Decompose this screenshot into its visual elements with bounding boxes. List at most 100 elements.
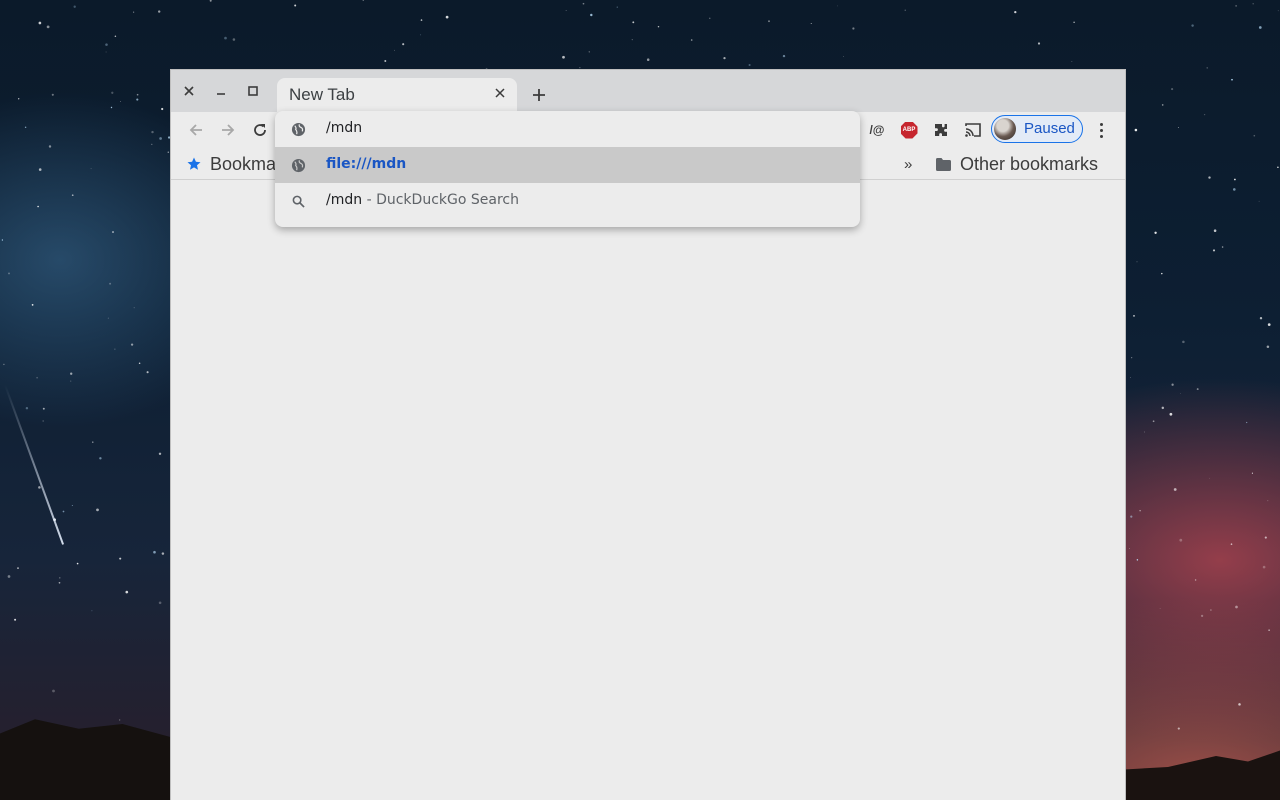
- star: [159, 137, 162, 140]
- star: [1232, 188, 1236, 191]
- star: [1235, 605, 1238, 609]
- star: [107, 317, 109, 319]
- maximize-window-button[interactable]: [242, 80, 264, 102]
- star: [1161, 272, 1163, 275]
- back-button[interactable]: [184, 118, 208, 142]
- other-bookmarks-folder[interactable]: Other bookmarks: [936, 152, 1098, 176]
- title-bar: New Tab: [171, 70, 1125, 112]
- star: [38, 168, 42, 171]
- globe-icon: [289, 120, 307, 138]
- star: [24, 126, 27, 129]
- star: [1152, 420, 1155, 423]
- star: [119, 557, 122, 560]
- star: [42, 407, 45, 410]
- search-icon: [289, 192, 307, 210]
- cast-icon: [965, 123, 981, 137]
- star: [46, 25, 50, 29]
- star: [1238, 703, 1241, 706]
- star: [8, 272, 10, 275]
- tab-close-button[interactable]: [491, 86, 509, 104]
- star: [631, 38, 633, 41]
- minimize-window-button[interactable]: [210, 80, 232, 102]
- star: [105, 51, 107, 53]
- tab-new-tab[interactable]: New Tab: [277, 78, 517, 112]
- bookmarks-label: Bookma: [210, 153, 277, 174]
- cast-button[interactable]: [961, 118, 985, 142]
- star: [42, 420, 44, 422]
- star: [646, 58, 650, 61]
- profile-button[interactable]: Paused: [991, 115, 1083, 143]
- suggestion-search-row[interactable]: /mdn - DuckDuckGo Search: [275, 183, 860, 219]
- star: [445, 15, 449, 19]
- star: [1179, 538, 1183, 542]
- star: [158, 452, 162, 455]
- extensions-button[interactable]: [929, 118, 953, 142]
- new-tab-button[interactable]: [527, 83, 551, 107]
- suggestion-search-engine: DuckDuckGo Search: [376, 192, 519, 208]
- suggestion-separator: -: [362, 192, 377, 208]
- star: [119, 101, 121, 102]
- star: [133, 307, 135, 309]
- suggestion-url-row[interactable]: file:///mdn: [275, 147, 860, 183]
- close-icon: [495, 88, 505, 98]
- star: [1264, 536, 1267, 539]
- minimize-icon: [217, 93, 225, 95]
- star: [161, 107, 164, 111]
- star: [90, 168, 92, 170]
- star: [17, 567, 19, 569]
- star: [384, 60, 387, 62]
- suggestion-search-query: /mdn: [326, 192, 363, 208]
- star: [1136, 559, 1139, 561]
- star: [153, 550, 156, 554]
- star: [158, 601, 162, 605]
- star: [588, 51, 591, 53]
- arrow-right-icon: [222, 124, 235, 136]
- star: [904, 9, 906, 11]
- star: [1230, 543, 1233, 545]
- star: [1139, 510, 1141, 512]
- extension-at-button[interactable]: /@: [865, 118, 889, 142]
- star: [76, 562, 79, 565]
- star: [562, 55, 565, 59]
- star: [114, 348, 116, 350]
- star: [112, 231, 114, 233]
- omnibox-input-row[interactable]: /mdn: [275, 111, 860, 147]
- omnibox-input[interactable]: /mdn: [326, 120, 362, 136]
- star: [51, 93, 54, 96]
- browser-menu-button[interactable]: [1091, 118, 1111, 142]
- star: [136, 98, 139, 101]
- star: [1130, 515, 1133, 518]
- adblock-plus-button[interactable]: ABP: [897, 118, 921, 142]
- star: [1194, 579, 1197, 581]
- star: [362, 0, 365, 1]
- forward-button[interactable]: [216, 118, 240, 142]
- star: [1200, 614, 1204, 618]
- bookmarks-overflow-button[interactable]: »: [904, 152, 912, 176]
- close-window-button[interactable]: [178, 80, 200, 102]
- star: [632, 21, 635, 24]
- star: [105, 43, 108, 46]
- star: [1212, 249, 1216, 252]
- bookmarks-bookmark[interactable]: Bookma: [187, 152, 276, 176]
- star: [1182, 340, 1185, 344]
- star: [14, 618, 17, 621]
- star: [1221, 246, 1224, 248]
- star: [1071, 61, 1073, 62]
- star: [842, 56, 844, 57]
- reload-button[interactable]: [248, 118, 272, 142]
- star: [657, 25, 660, 28]
- star: [1129, 548, 1130, 549]
- star: [1209, 477, 1211, 479]
- star: [109, 282, 112, 285]
- star: [565, 10, 567, 11]
- globe-icon: [289, 156, 307, 174]
- star: [748, 63, 751, 67]
- star: [99, 457, 102, 460]
- star: [111, 91, 114, 94]
- star: [1073, 21, 1075, 23]
- kebab-menu-icon-dot: [1099, 122, 1103, 126]
- abp-label: ABP: [902, 127, 916, 133]
- star: [1267, 323, 1271, 326]
- close-icon: [184, 86, 194, 96]
- star: [1177, 727, 1180, 730]
